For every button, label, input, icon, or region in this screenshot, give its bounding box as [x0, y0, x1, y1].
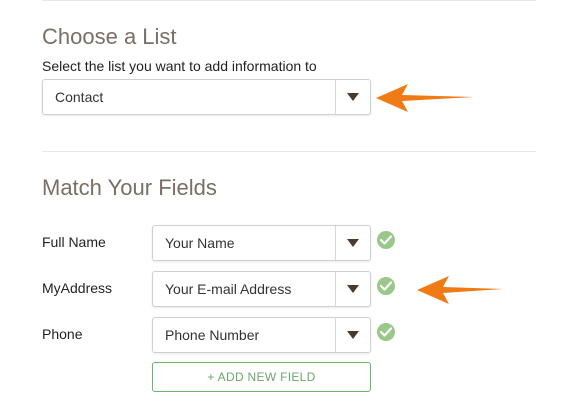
field-select-value: Your Name [165, 235, 235, 251]
field-select-myaddress[interactable]: Your E-mail Address [152, 271, 371, 307]
check-circle-icon [377, 277, 395, 295]
check-circle-icon [377, 231, 395, 249]
check-circle-icon [377, 323, 395, 341]
field-select-full-name[interactable]: Your Name [152, 225, 371, 261]
field-select-value: Phone Number [165, 327, 260, 343]
choose-list-title: Choose a List [42, 24, 177, 49]
chevron-down-icon[interactable] [335, 226, 370, 260]
field-select-value: Your E-mail Address [165, 281, 292, 297]
top-divider [42, 0, 536, 1]
field-label-phone: Phone [42, 326, 83, 342]
match-fields-title: Match Your Fields [42, 175, 217, 200]
field-label-myaddress: MyAddress [42, 280, 113, 296]
chevron-down-icon[interactable] [335, 80, 370, 114]
field-select-phone[interactable]: Phone Number [152, 317, 371, 353]
section-divider [42, 151, 536, 152]
orange-pointer-arrow-icon [376, 84, 474, 112]
add-new-field-button[interactable]: + ADD NEW FIELD [152, 362, 371, 392]
chevron-down-icon[interactable] [335, 318, 370, 352]
list-select-value: Contact [55, 89, 104, 105]
list-select[interactable]: Contact [42, 79, 371, 115]
choose-list-subtitle: Select the list you want to add informat… [42, 58, 317, 74]
chevron-down-icon[interactable] [335, 272, 370, 306]
orange-pointer-arrow-icon [417, 276, 503, 304]
field-label-full-name: Full Name [42, 234, 106, 250]
